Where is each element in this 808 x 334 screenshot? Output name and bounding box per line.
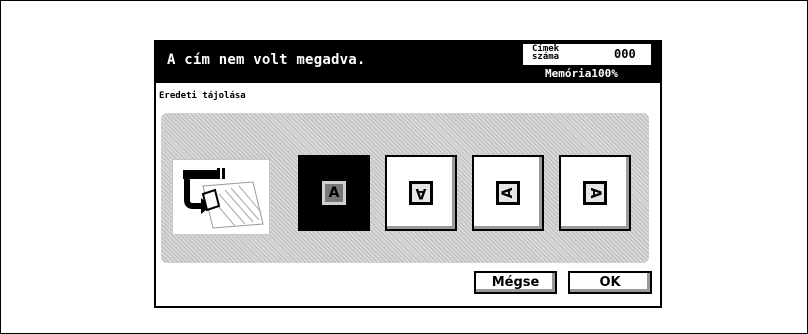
orientation-button-upright[interactable]: A — [298, 155, 370, 231]
orientation-button-rotated-right[interactable]: A — [559, 155, 631, 231]
cancel-button[interactable]: Mégse — [474, 271, 557, 294]
address-count-value: 000 — [614, 47, 636, 61]
memory-indicator: Memória100% — [545, 67, 618, 80]
letter-a-rotated-right-icon: A — [583, 181, 607, 205]
address-count-box: Címek száma 000 — [523, 44, 651, 65]
orientation-button-rotated-left[interactable]: A — [472, 155, 544, 231]
original-orientation-icon — [172, 159, 270, 235]
letter-a-upside-down-icon: A — [409, 181, 433, 205]
orientation-glyph: A — [587, 187, 603, 199]
ok-button[interactable]: OK — [568, 271, 652, 294]
orientation-button-upside-down[interactable]: A — [385, 155, 457, 231]
dialog-panel: A cím nem volt megadva. Címek száma 000 … — [154, 40, 662, 308]
orientation-glyph: A — [415, 185, 427, 201]
orientation-glyph: A — [500, 187, 516, 199]
letter-a-rotated-left-icon: A — [496, 181, 520, 205]
letter-a-upright-icon: A — [322, 181, 346, 205]
address-count-label: Címek száma — [532, 44, 560, 62]
status-message: A cím nem volt megadva. — [167, 52, 366, 68]
orientation-glyph: A — [328, 185, 340, 201]
section-title: Eredeti tájolása — [159, 91, 246, 101]
header-bar: A cím nem volt megadva. Címek száma 000 … — [156, 42, 660, 83]
